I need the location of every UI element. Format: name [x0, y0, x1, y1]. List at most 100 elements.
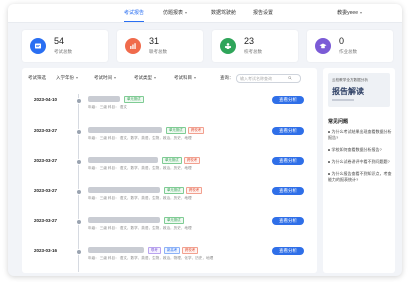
timeline-dot: [76, 128, 82, 135]
exam-row: 2023-03-27 单元测试 跨校考 年级： 三级 科目： 语文，数学，英语，…: [22, 124, 317, 152]
app-window: 考试报告 仿题报表 数据驾驶舱 报告设置 教委yeee 54 考试总数 31 联…: [8, 4, 402, 276]
faq-item[interactable]: 为什么试卷讲评中看不到问题题?: [328, 159, 392, 165]
faq-item[interactable]: 为什么报告查看不到知识点，考查能力的报表统计?: [328, 171, 392, 183]
exam-filter-label: 考试筛选: [28, 75, 46, 80]
stat-card-homework: 0 作业总数: [307, 30, 393, 62]
graduation-cap-icon: [315, 38, 331, 54]
chevron-down-icon: [194, 76, 196, 79]
user-menu[interactable]: 教委yeee: [337, 4, 362, 22]
banner-subtitle: 云校教学全方数据分析: [332, 78, 368, 82]
exam-tag: 单元测试: [166, 127, 186, 134]
view-analysis-button[interactable]: 查看分析: [272, 217, 304, 225]
exam-meta: 年级： 三级 科目： 语文，数学，英语，生物，政治，历史，地理: [88, 136, 192, 140]
exam-title-redacted: [88, 157, 158, 163]
exam-tag: 单元测试: [124, 96, 144, 103]
exam-tag: 单元测试: [164, 187, 184, 194]
exam-tag: 联考: [148, 247, 161, 254]
exam-list-panel: 考试筛选 入学年份 考试时间 考试类型 考试科目 查询： 输入考试名称查询 20…: [22, 68, 317, 273]
exam-row: 2023-04-10 单元测试 年级： 三级 科目： 语文 查看分析: [22, 93, 317, 121]
exam-date: 2023-03-27: [34, 218, 58, 223]
nav-tab-label: 仿题报表: [163, 10, 184, 16]
view-analysis-button[interactable]: 查看分析: [272, 96, 304, 104]
chevron-down-icon: [114, 76, 116, 79]
bullet-icon: [328, 131, 330, 133]
exam-tag: 跨校考: [186, 187, 203, 194]
timeline-dot: [76, 188, 82, 195]
exam-title-redacted: [88, 127, 162, 133]
bullet-icon: [328, 149, 330, 151]
chevron-down-icon: [76, 76, 78, 79]
report-guide-banner[interactable]: 云校教学全方数据分析 报告解读: [328, 73, 390, 107]
exam-row: 2023-03-27 单元测试 跨校考 年级： 三级 科目： 语文，数学，英语，…: [22, 184, 317, 212]
stat-value: 54: [54, 36, 65, 46]
exam-tag: 新高考: [164, 247, 181, 254]
enrollment-year-select[interactable]: 入学年份: [56, 74, 78, 82]
exam-type-select[interactable]: 考试类型: [134, 74, 156, 82]
stat-card-joint-exams: 31 联考总数: [117, 30, 203, 62]
view-analysis-button[interactable]: 查看分析: [272, 157, 304, 165]
faq-item[interactable]: 为什么考试结果出现查看数据分析报告?: [328, 129, 392, 141]
exam-tag: 跨校考: [184, 157, 201, 164]
exam-meta: 年级： 三级 科目： 语文，数学，英语，生物，政治，物理，化学，历史，地理: [88, 256, 214, 260]
timeline-dot: [76, 158, 82, 165]
search-icon[interactable]: [288, 75, 292, 80]
banner-underline: [332, 99, 354, 101]
document-icon: [30, 38, 46, 54]
nav-tab-data-cockpit[interactable]: 数据驾驶舱: [211, 4, 236, 22]
nav-tab-report-settings[interactable]: 报告设置: [253, 4, 273, 22]
exam-title-redacted: [88, 187, 160, 193]
exam-title-redacted: [88, 96, 120, 102]
exam-tag: 跨校考: [182, 247, 199, 254]
stat-card-school-exams: 23 校考总数: [212, 30, 298, 62]
select-label: 入学年份: [56, 75, 74, 80]
stat-card-exams: 54 考试总数: [22, 30, 108, 62]
exam-tag: 跨校考: [188, 127, 205, 134]
nav-tab-label: 报告设置: [253, 10, 274, 16]
stat-value: 31: [149, 36, 160, 46]
faq-heading: 常见问题: [328, 119, 349, 125]
people-icon: [220, 38, 236, 54]
help-sidebar: 云校教学全方数据分析 报告解读 常见问题 为什么考试结果出现查看数据分析报告? …: [323, 68, 395, 273]
view-analysis-button[interactable]: 查看分析: [272, 247, 304, 255]
select-label: 考试类型: [134, 75, 152, 80]
exam-subject-select[interactable]: 考试科目: [174, 74, 196, 82]
faq-text: 学校如何查看数据分析报告?: [331, 147, 382, 152]
filter-bar: 考试筛选 入学年份 考试时间 考试类型 考试科目 查询： 输入考试名称查询: [26, 72, 313, 84]
view-analysis-button[interactable]: 查看分析: [272, 187, 304, 195]
nav-tab-exam-report[interactable]: 考试报告: [124, 4, 145, 22]
select-label: 考试科目: [174, 75, 192, 80]
top-navigation-bar: 考试报告 仿题报表 数据驾驶舱 报告设置 教委yeee: [8, 4, 402, 23]
exam-title-redacted: [88, 217, 160, 223]
select-label: 考试时间: [94, 75, 112, 80]
exam-date: 2023-03-27: [34, 188, 58, 193]
exam-date: 2023-04-10: [34, 97, 58, 102]
view-analysis-button[interactable]: 查看分析: [272, 127, 304, 135]
stat-label: 考试总数: [54, 49, 72, 54]
exam-row: 2023-03-27 单元测试 年级： 三级 科目： 语文，数学，英语，生物，政…: [22, 214, 317, 242]
exam-meta: 年级： 三级 科目： 语文，数学，英语，生物，政治，历史，地理: [88, 226, 192, 230]
timeline-dot: [76, 218, 82, 225]
exam-meta: 年级： 三级 科目： 语文，数学，英语，生物，政治，历史，地理: [88, 166, 192, 170]
faq-item[interactable]: 学校如何查看数据分析报告?: [328, 147, 392, 153]
timeline-dot: [76, 248, 82, 255]
exam-time-select[interactable]: 考试时间: [94, 74, 116, 82]
nav-tab-report-forms[interactable]: 仿题报表: [163, 4, 188, 22]
exam-row: 2023-03-27 单元测试 跨校考 年级： 三级 科目： 语文，数学，英语，…: [22, 154, 317, 182]
exam-date: 2023-03-16: [34, 248, 58, 253]
exam-tag: 单元测试: [164, 217, 184, 224]
banner-title: 报告解读: [332, 87, 364, 96]
exam-row: 2023-03-16 联考 新高考 跨校考 年级： 三级 科目： 语文，数学，英…: [22, 244, 317, 272]
exam-date: 2023-03-27: [34, 128, 58, 133]
exam-tag: 单元测试: [162, 157, 182, 164]
stat-label: 作业总数: [339, 49, 357, 54]
exam-date: 2023-03-27: [34, 158, 58, 163]
timeline-dot: [76, 97, 82, 104]
search-label: 查询：: [220, 75, 234, 80]
bullet-icon: [328, 161, 330, 163]
chevron-down-icon: [185, 11, 188, 14]
stat-label: 联考总数: [149, 49, 167, 54]
faq-text: 为什么试卷讲评中看不到问题题?: [331, 159, 390, 164]
stat-value: 0: [339, 36, 345, 46]
exam-meta: 年级： 三级 科目： 语文: [88, 105, 127, 109]
bullet-icon: [328, 173, 330, 175]
